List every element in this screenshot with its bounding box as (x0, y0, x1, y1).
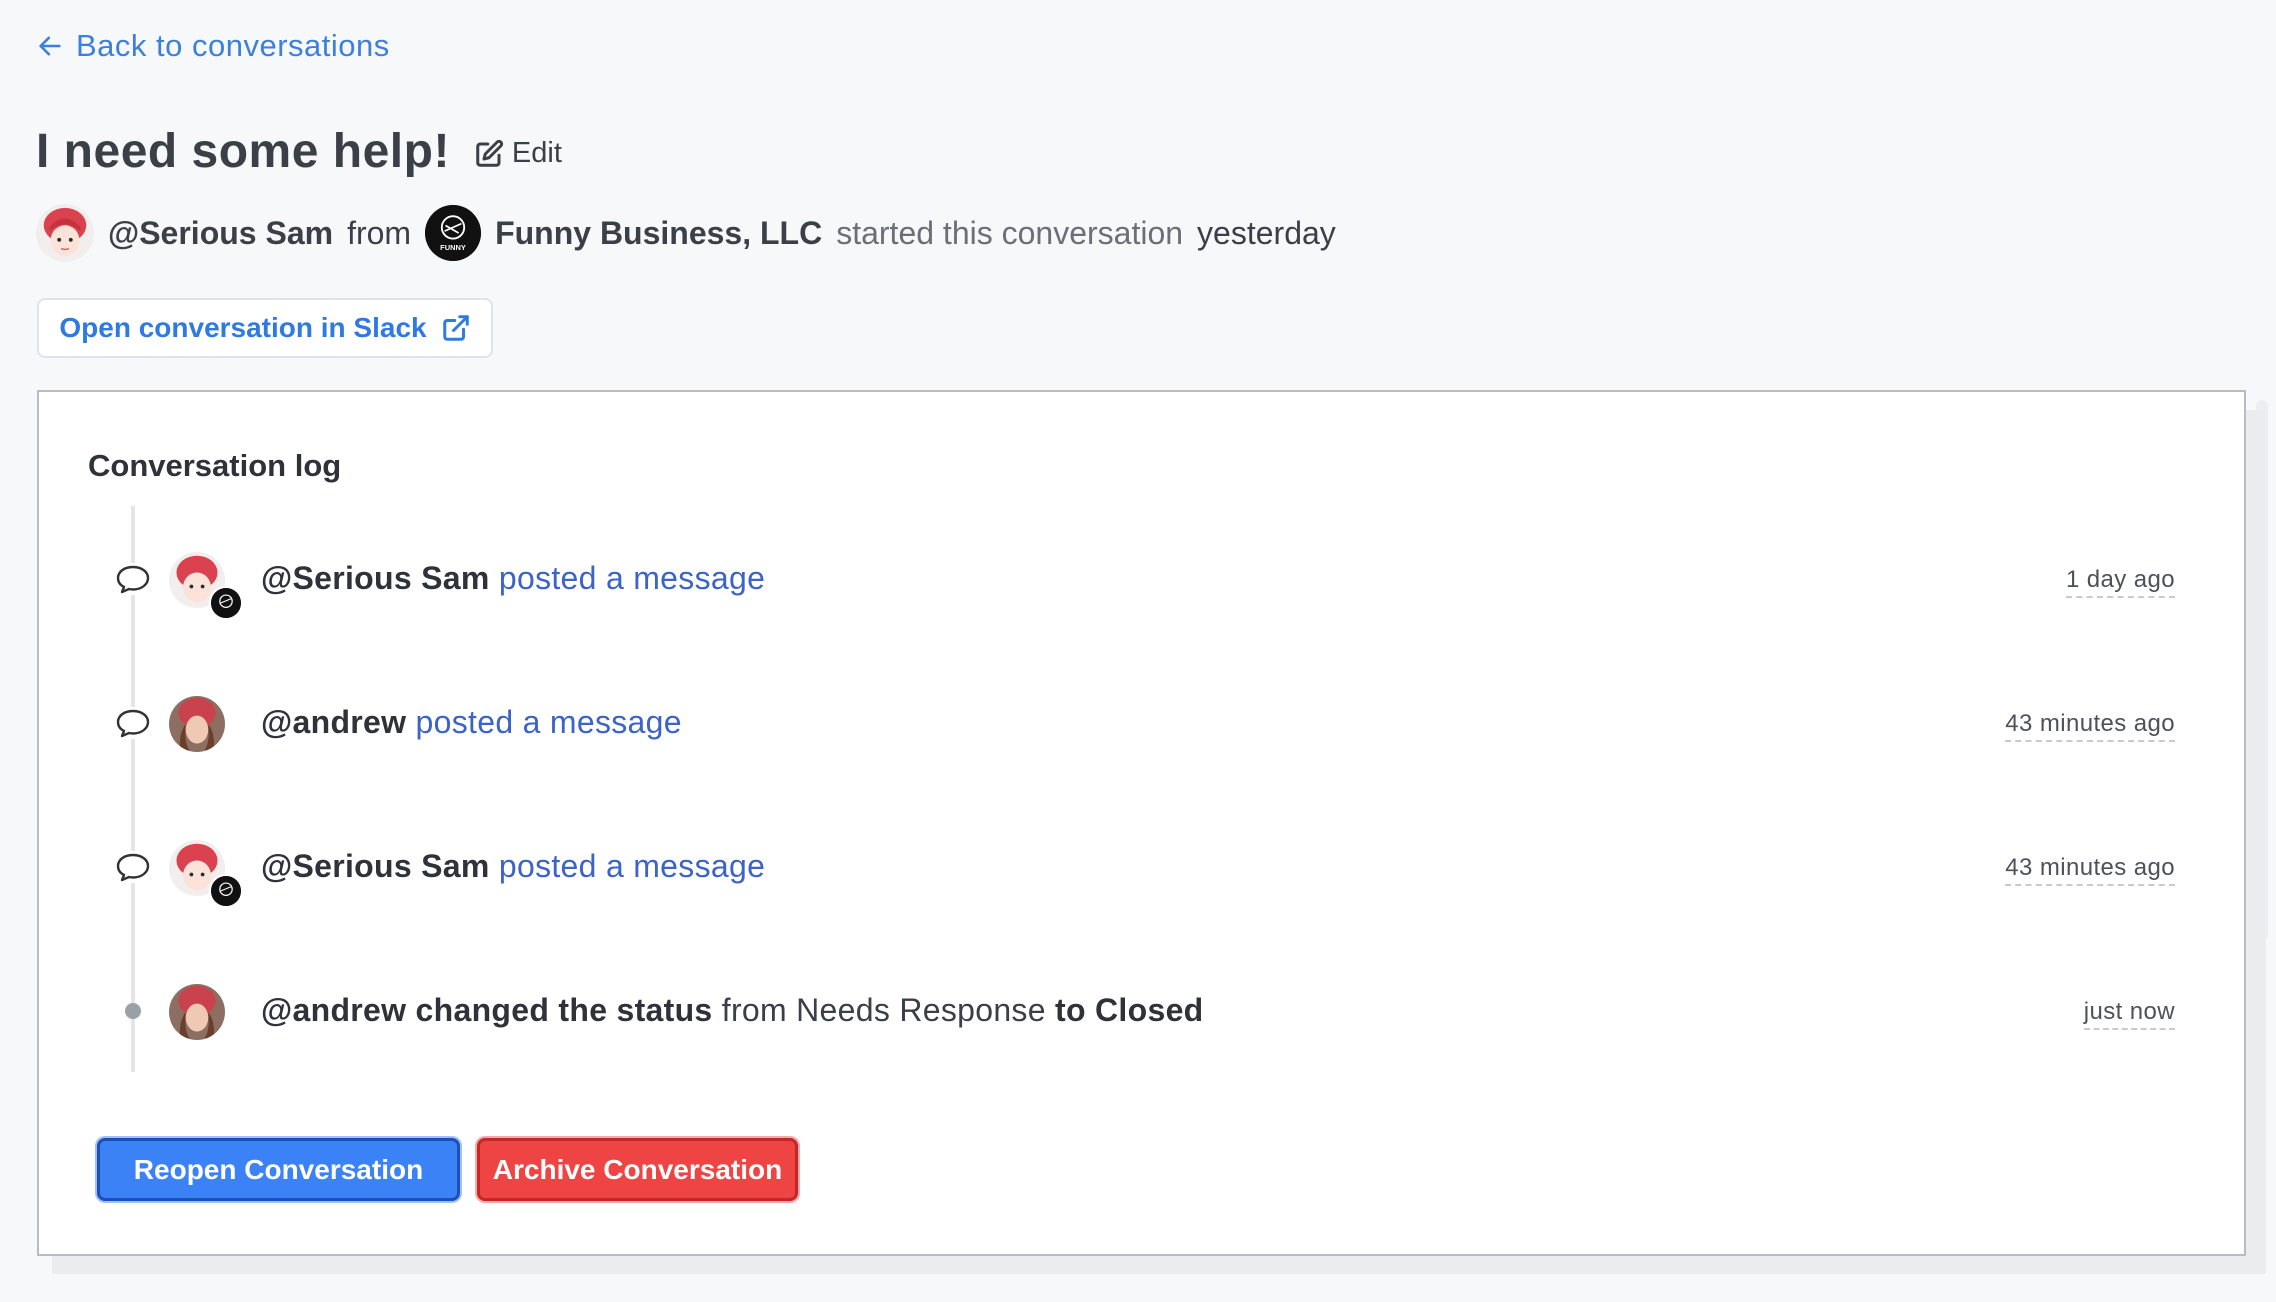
chat-bubble-icon (115, 851, 151, 883)
status-from: from Needs Response (721, 992, 1046, 1028)
conversation-meta: @Serious Sam from FUNNY Funny Business, … (36, 204, 1336, 262)
log-item: @andrew changed the status from Needs Re… (39, 976, 2245, 1046)
from-word: from (347, 214, 412, 251)
started-text: started this conversation (836, 214, 1184, 251)
arrow-left-icon (39, 36, 61, 56)
status-dot-icon (125, 1003, 141, 1019)
log-entry-text: @andrew changed the status from Needs Re… (261, 992, 1204, 1029)
log-entry-text: @andrew posted a message (261, 704, 682, 741)
organization-badge (209, 874, 243, 908)
log-timestamp[interactable]: 43 minutes ago (2005, 854, 2175, 886)
title-row: I need some help! Edit (36, 124, 562, 179)
log-timestamp[interactable]: 1 day ago (2065, 566, 2175, 598)
avatar[interactable] (169, 696, 225, 752)
edit-title-button[interactable]: Edit (474, 137, 562, 170)
log-timestamp[interactable]: just now (2083, 998, 2175, 1030)
log-action-link[interactable]: posted a message (499, 560, 765, 596)
log-actor[interactable]: @andrew (261, 704, 406, 740)
started-when: yesterday (1197, 214, 1336, 251)
conversation-log-panel: Conversation log @Serious Sam posted a m… (37, 390, 2246, 1256)
organization-logo: FUNNY (425, 205, 482, 261)
log-timestamp[interactable]: 43 minutes ago (2005, 710, 2175, 742)
organization-name[interactable]: Funny Business, LLC (495, 215, 822, 252)
archive-conversation-button[interactable]: Archive Conversation (477, 1138, 798, 1201)
open-in-slack-label: Open conversation in Slack (59, 312, 427, 343)
log-item: @Serious Sam posted a message 1 day ago (39, 544, 2245, 620)
open-in-slack-button[interactable]: Open conversation in Slack (37, 298, 493, 358)
status-to: to Closed (1055, 992, 1204, 1028)
log-actor[interactable]: @Serious Sam (261, 560, 490, 596)
edit-icon (476, 139, 504, 167)
page-title: I need some help! (36, 125, 450, 178)
external-link-icon (442, 315, 469, 341)
back-to-conversations-link[interactable]: Back to conversations (36, 28, 390, 64)
log-action-link[interactable]: posted a message (416, 704, 682, 740)
chat-bubble-icon (115, 707, 151, 739)
log-actor[interactable]: @Serious Sam (261, 848, 490, 884)
avatar[interactable] (169, 984, 225, 1040)
log-action-link[interactable]: posted a message (499, 848, 765, 884)
log-entry-text: @Serious Sam posted a message (261, 560, 765, 597)
organization-badge (209, 586, 243, 620)
author-avatar[interactable] (36, 204, 94, 262)
log-entry-text: @Serious Sam posted a message (261, 848, 765, 885)
author-name[interactable]: @Serious Sam (108, 215, 333, 252)
reopen-conversation-button[interactable]: Reopen Conversation (97, 1138, 460, 1201)
chat-bubble-icon (115, 563, 151, 595)
back-link-label: Back to conversations (76, 28, 390, 63)
svg-text:FUNNY: FUNNY (440, 243, 466, 252)
log-item: @Serious Sam posted a message 43 minutes… (39, 832, 2245, 908)
log-actor: @andrew changed the status (261, 992, 713, 1028)
conversation-page: Back to conversations I need some help! … (0, 0, 2276, 1302)
conversation-log-title: Conversation log (88, 448, 342, 483)
log-item: @andrew posted a message 43 minutes ago (39, 688, 2245, 758)
edit-label: Edit (511, 137, 562, 169)
